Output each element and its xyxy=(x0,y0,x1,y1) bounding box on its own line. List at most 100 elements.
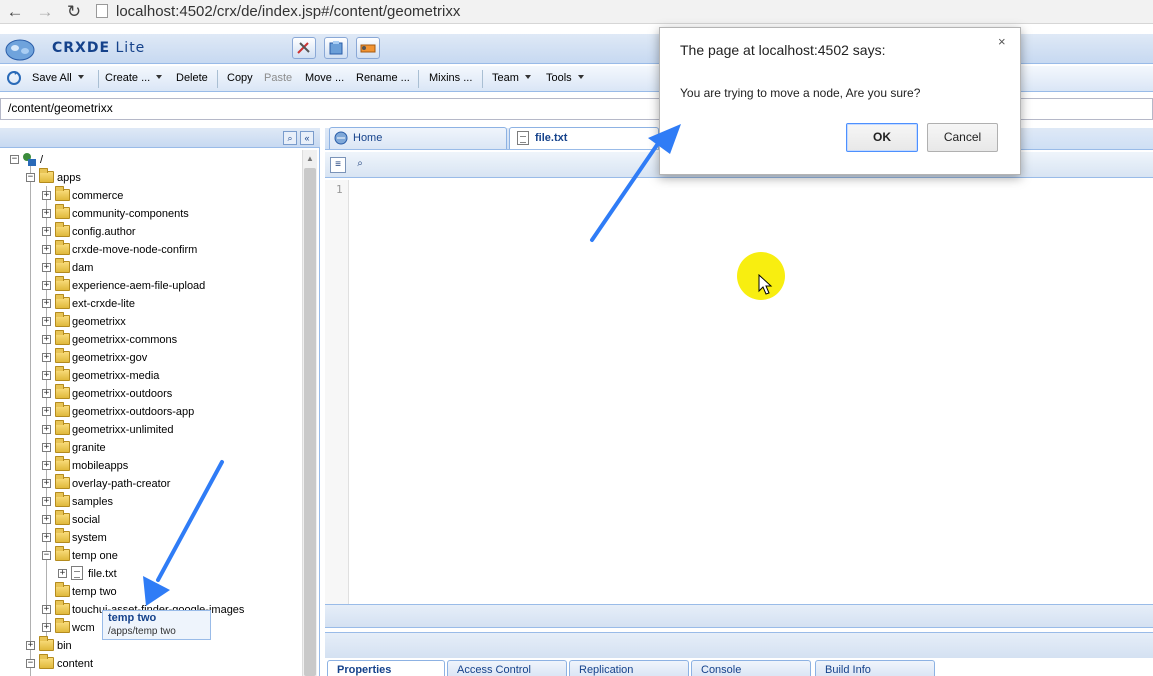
tab-file-label: file.txt xyxy=(535,132,568,144)
code-editor[interactable] xyxy=(350,180,1153,604)
tree-node[interactable]: + samples xyxy=(42,492,292,512)
collapse-icon[interactable]: − xyxy=(10,155,19,164)
expand-icon[interactable]: + xyxy=(42,407,51,416)
expand-icon[interactable]: + xyxy=(42,479,51,488)
expand-icon[interactable]: + xyxy=(26,641,35,650)
expand-icon[interactable]: + xyxy=(42,191,51,200)
close-icon[interactable]: × xyxy=(998,34,1006,49)
expand-icon[interactable]: + xyxy=(42,515,51,524)
tools-button[interactable]: Tools xyxy=(546,72,584,84)
tree-node[interactable]: + geometrixx-outdoors-app xyxy=(42,402,292,422)
expand-icon[interactable]: + xyxy=(58,569,67,578)
create-button[interactable]: Create ... xyxy=(105,72,163,84)
tree-node-content[interactable]: − content xyxy=(26,654,296,674)
tree-node-temp-one[interactable]: − temp one xyxy=(42,546,292,566)
expand-icon[interactable]: + xyxy=(42,497,51,506)
tree-node-root[interactable]: − / xyxy=(10,152,300,170)
tree-node[interactable]: + geometrixx-commons xyxy=(42,330,292,350)
collapse-icon[interactable]: − xyxy=(26,173,35,182)
tree-node-label: config.author xyxy=(72,226,136,238)
line-number: 1 xyxy=(336,183,343,196)
expand-icon[interactable]: + xyxy=(42,227,51,236)
expand-icon[interactable]: + xyxy=(42,317,51,326)
expand-icon[interactable]: + xyxy=(42,335,51,344)
expand-icon[interactable]: + xyxy=(42,299,51,308)
folder-icon xyxy=(55,222,70,237)
tree-node[interactable]: + experience-aem-file-upload xyxy=(42,276,292,296)
expand-icon[interactable]: + xyxy=(42,209,51,218)
ok-button[interactable]: OK xyxy=(846,123,918,152)
tree-node[interactable]: + system xyxy=(42,528,292,548)
tree-node[interactable]: + commerce xyxy=(42,186,292,206)
scrollbar-thumb[interactable] xyxy=(304,168,316,676)
back-arrow-icon[interactable]: ← xyxy=(4,1,26,23)
mixins-button[interactable]: Mixins ... xyxy=(429,72,472,84)
tree-node[interactable]: + mobileapps xyxy=(42,456,292,476)
expand-icon[interactable]: + xyxy=(42,263,51,272)
expand-icon[interactable]: + xyxy=(42,281,51,290)
expand-icon[interactable]: + xyxy=(42,623,51,632)
tree-node[interactable]: + config.author xyxy=(42,222,292,242)
panel-splitter[interactable] xyxy=(325,632,1153,658)
package-icon[interactable] xyxy=(324,37,348,59)
copy-button[interactable]: Copy xyxy=(227,72,253,84)
address-bar[interactable]: localhost:4502/crx/de/index.jsp#/content… xyxy=(96,2,460,22)
expand-icon[interactable]: + xyxy=(42,605,51,614)
collapse-panel-icon[interactable]: « xyxy=(300,131,314,145)
tree-node-apps[interactable]: − apps xyxy=(26,168,296,188)
tree-node-label: mobileapps xyxy=(72,460,129,472)
tree-node[interactable]: + geometrixx-outdoors xyxy=(42,384,292,404)
expand-icon[interactable]: + xyxy=(42,389,51,398)
expand-icon[interactable]: + xyxy=(42,443,51,452)
tree-node-label: overlay-path-creator xyxy=(72,478,171,490)
paste-button[interactable]: Paste xyxy=(264,72,292,84)
folder-icon xyxy=(55,474,70,489)
reload-icon[interactable]: ↻ xyxy=(63,1,85,23)
expand-icon[interactable]: + xyxy=(42,371,51,380)
cancel-button[interactable]: Cancel xyxy=(927,123,998,152)
toolbar-divider xyxy=(418,70,419,88)
tree-node-label: geometrixx-gov xyxy=(72,352,148,364)
tree-node[interactable]: + ext-crxde-lite xyxy=(42,294,292,314)
save-all-button[interactable]: Save All xyxy=(32,72,84,84)
tree-node[interactable]: + crxde-move-node-confirm xyxy=(42,240,292,260)
team-button[interactable]: Team xyxy=(492,72,531,84)
tree-node[interactable]: + geometrixx xyxy=(42,312,292,332)
binoculars-icon[interactable]: ⌕ xyxy=(352,157,368,173)
tree-node-file-txt[interactable]: + file.txt xyxy=(58,566,288,584)
tree-node[interactable]: + geometrixx-unlimited xyxy=(42,420,292,440)
console-icon[interactable] xyxy=(356,37,380,59)
rename-button[interactable]: Rename ... xyxy=(356,72,410,84)
tree-node[interactable]: + social xyxy=(42,510,292,530)
tree-node[interactable]: + granite xyxy=(42,438,292,458)
format-icon[interactable]: ≡ xyxy=(330,157,346,173)
tree-node-label: geometrixx-media xyxy=(72,370,160,382)
tree-node[interactable]: + geometrixx-media xyxy=(42,366,292,386)
tree-node[interactable]: + overlay-path-creator xyxy=(42,474,292,494)
bottom-tab-label: Replication xyxy=(579,664,634,676)
move-button[interactable]: Move ... xyxy=(305,72,344,84)
expand-icon[interactable]: + xyxy=(42,461,51,470)
collapse-icon[interactable]: − xyxy=(26,659,35,668)
tools-icon[interactable] xyxy=(292,37,316,59)
tree-node-label: geometrixx-outdoors xyxy=(72,388,173,400)
collapse-icon[interactable]: − xyxy=(42,551,51,560)
delete-button[interactable]: Delete xyxy=(176,72,208,84)
tree-node-label: experience-aem-file-upload xyxy=(72,280,206,292)
refresh-icon[interactable] xyxy=(6,70,22,86)
folder-icon xyxy=(39,654,54,669)
expand-icon[interactable]: + xyxy=(42,353,51,362)
binoculars-icon[interactable]: ⌕ xyxy=(283,131,297,145)
tree-node-temp-two[interactable]: temp two xyxy=(42,582,292,602)
tab-file-txt[interactable] xyxy=(509,127,659,149)
tooltip-path: /apps/temp two xyxy=(108,626,176,637)
expand-icon[interactable]: + xyxy=(42,245,51,254)
tree-node[interactable]: + community-components xyxy=(42,204,292,224)
tree-node[interactable]: + dam xyxy=(42,258,292,278)
expand-icon[interactable]: + xyxy=(42,533,51,542)
forward-arrow-icon[interactable]: → xyxy=(34,1,56,23)
scroll-up-icon[interactable]: ▲ xyxy=(304,153,316,165)
tree-node-bin[interactable]: + bin xyxy=(26,636,296,656)
expand-icon[interactable]: + xyxy=(42,425,51,434)
tree-node[interactable]: + geometrixx-gov xyxy=(42,348,292,368)
